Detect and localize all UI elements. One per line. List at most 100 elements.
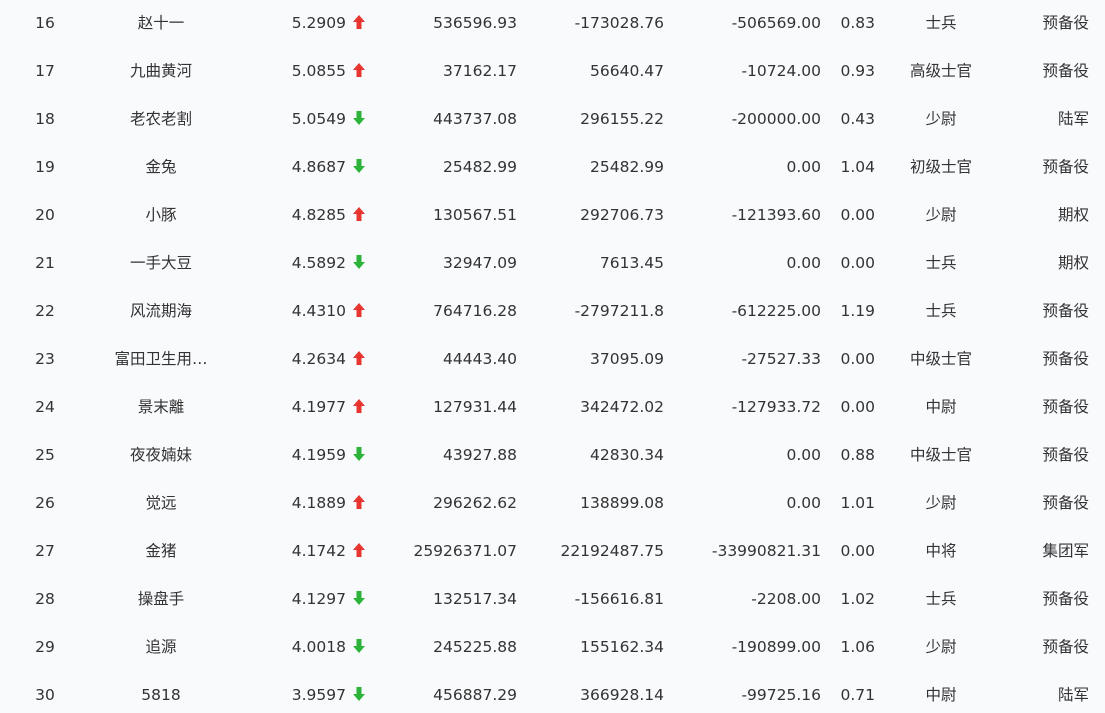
trend-cell [352,0,374,47]
rank-cell: 27 [35,542,55,560]
score-cell: 5.2909 [291,14,346,32]
level-cell: 士兵 [925,590,957,608]
value1-cell: 245225.88 [433,638,517,656]
value2-cell: 366928.14 [580,686,664,704]
table-row[interactable]: 17 九曲黄河 5.0855 37162.17 56640.47 -10724.00 0.9… [0,47,1105,95]
ratio-cell: 0.00 [840,350,875,368]
arrow-up-icon [352,302,366,320]
name-cell: 赵十一 [137,14,185,32]
score-cell: 4.2634 [291,350,346,368]
trend-cell [352,575,374,623]
value1-cell: 443737.08 [433,110,517,128]
level-cell: 少尉 [925,638,957,656]
trend-cell [352,287,374,335]
score-cell: 5.0549 [291,110,346,128]
table-row[interactable]: 16 赵十一 5.2909 536596.93 -173028.76 -506569.00… [0,0,1105,47]
ratio-cell: 0.00 [840,542,875,560]
arrow-up-icon [352,206,366,224]
name-cell: 金兔 [145,158,177,176]
group-cell: 集团军 [1042,542,1089,560]
table-row[interactable]: 24 景末離 4.1977 127931.44 342472.02 -127933.72 0… [0,383,1105,431]
value1-cell: 37162.17 [443,62,517,80]
level-cell: 士兵 [925,254,957,272]
arrow-down-icon [352,686,366,704]
value3-cell: 0.00 [786,494,821,512]
ratio-cell: 1.02 [840,590,875,608]
ratio-cell: 1.04 [840,158,875,176]
arrow-down-icon [352,590,366,608]
rank-cell: 21 [35,254,55,272]
name-cell: 风流期海 [129,302,192,320]
ratio-cell: 0.71 [840,686,875,704]
table-row[interactable]: 22 风流期海 4.4310 764716.28 -2797211.8 -612225.0… [0,287,1105,335]
value2-cell: 22192487.75 [560,542,664,560]
level-cell: 中将 [925,542,957,560]
level-cell: 中尉 [925,686,957,704]
group-cell: 预备役 [1042,494,1089,512]
level-cell: 初级士官 [909,158,972,176]
rank-cell: 26 [35,494,55,512]
table-row[interactable]: 25 夜夜婻妹 4.1959 43927.88 42830.34 0.00 0.88 中级士官… [0,431,1105,479]
group-cell: 预备役 [1042,398,1089,416]
group-cell: 预备役 [1042,14,1089,32]
table-row[interactable]: 21 一手大豆 4.5892 32947.09 7613.45 0.00 0.00 士兵 期权 [0,239,1105,287]
group-cell: 期权 [1057,254,1089,272]
level-cell: 少尉 [925,494,957,512]
table-row[interactable]: 19 金兔 4.8687 25482.99 25482.99 0.00 1.04 初级士官 预备… [0,143,1105,191]
value3-cell: 0.00 [786,446,821,464]
group-cell: 预备役 [1042,158,1089,176]
arrow-up-icon [352,62,366,80]
group-cell: 预备役 [1042,446,1089,464]
value2-cell: 37095.09 [590,350,664,368]
trend-cell [352,143,374,191]
arrow-down-icon [352,638,366,656]
value3-cell: -27527.33 [741,350,821,368]
table-row[interactable]: 23 富田卫生用… 4.2634 44443.40 37095.09 -27527.33 0… [0,335,1105,383]
value2-cell: 7613.45 [599,254,664,272]
value3-cell: -10724.00 [741,62,821,80]
name-cell: 景末離 [137,398,185,416]
score-cell: 4.1977 [291,398,346,416]
trend-cell [352,335,374,383]
value2-cell: 342472.02 [580,398,664,416]
level-cell: 中尉 [925,398,957,416]
ranking-table: 16 赵十一 5.2909 536596.93 -173028.76 -506569.00… [0,0,1105,713]
arrow-up-icon [352,398,366,416]
arrow-down-icon [352,158,366,176]
value1-cell: 296262.62 [433,494,517,512]
rank-cell: 19 [35,158,55,176]
arrow-down-icon [352,254,366,272]
table-row[interactable]: 29 追源 4.0018 245225.88 155162.34 -190899.00 1.… [0,623,1105,671]
value3-cell: -127933.72 [731,398,821,416]
value1-cell: 536596.93 [433,14,517,32]
group-cell: 预备役 [1042,638,1089,656]
rank-cell: 29 [35,638,55,656]
rank-cell: 18 [35,110,55,128]
value2-cell: 138899.08 [580,494,664,512]
table-row[interactable]: 18 老农老割 5.0549 443737.08 296155.22 -200000.00… [0,95,1105,143]
group-cell: 陆军 [1057,110,1089,128]
trend-cell [352,623,374,671]
name-cell: 一手大豆 [129,254,192,272]
ratio-cell: 1.06 [840,638,875,656]
level-cell: 士兵 [925,14,957,32]
table-row[interactable]: 30 5818 3.9597 456887.29 366928.14 -99725.16 0… [0,671,1105,713]
group-cell: 预备役 [1042,590,1089,608]
level-cell: 少尉 [925,110,957,128]
table-row[interactable]: 26 觉远 4.1889 296262.62 138899.08 0.00 1.01 少尉 预备… [0,479,1105,527]
value1-cell: 44443.40 [443,350,517,368]
level-cell: 士兵 [925,302,957,320]
name-cell: 老农老割 [129,110,192,128]
table-row[interactable]: 27 金猪 4.1742 25926371.07 22192487.75 -3399082… [0,527,1105,575]
group-cell: 预备役 [1042,302,1089,320]
value3-cell: -612225.00 [731,302,821,320]
table-row[interactable]: 28 操盘手 4.1297 132517.34 -156616.81 -2208.00 1.… [0,575,1105,623]
value3-cell: -33990821.31 [711,542,821,560]
trend-cell [352,383,374,431]
level-cell: 少尉 [925,206,957,224]
ratio-cell: 0.88 [840,446,875,464]
name-cell: 觉远 [145,494,177,512]
value1-cell: 130567.51 [433,206,517,224]
trend-cell [352,47,374,95]
table-row[interactable]: 20 小豚 4.8285 130567.51 292706.73 -121393.60 0.… [0,191,1105,239]
